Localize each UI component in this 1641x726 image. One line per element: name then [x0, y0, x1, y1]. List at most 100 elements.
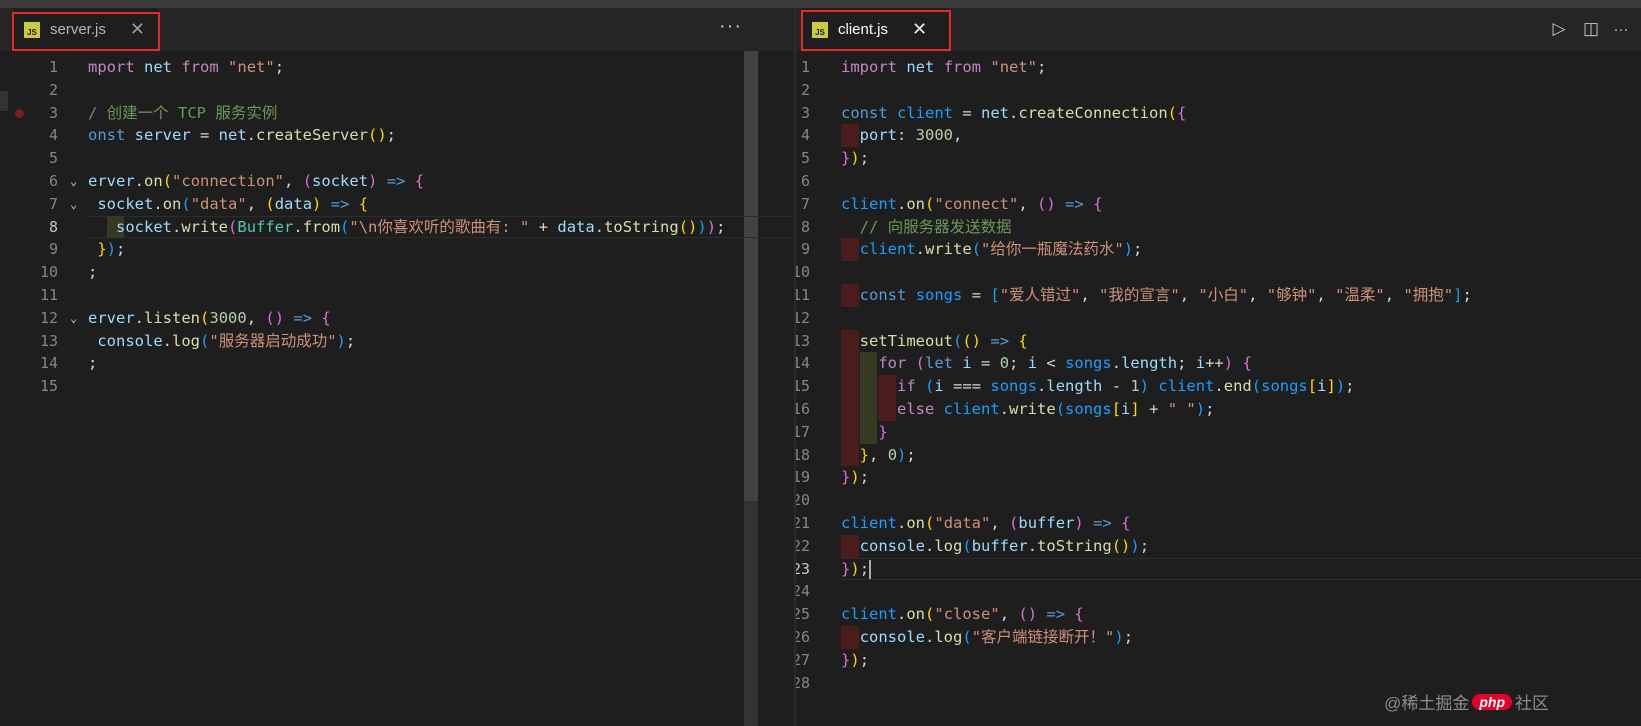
code-line: 17 } — [796, 421, 1641, 445]
code-text: client.on("close", () => { — [841, 605, 1084, 624]
line-number: 10 — [796, 263, 810, 282]
split-editor-icon[interactable]: ◫ — [1580, 18, 1602, 40]
code-text: client.on("connect", () => { — [841, 194, 1103, 213]
code-text: ; — [88, 354, 98, 373]
line-number: 1 — [48, 58, 58, 76]
code-text: // 向服务器发送数据 — [859, 217, 1012, 236]
code-text: }); — [841, 468, 870, 487]
code-line: 6 ⌄ erver.on("connection", (socket) => { — [0, 170, 796, 194]
code-line: 10; — [0, 261, 796, 285]
code-line: 9 client.write("给你一瓶魔法药水"); — [796, 238, 1641, 262]
code-line: 12 ⌄ erver.listen(3000, () => { — [0, 307, 796, 331]
code-line: 24 — [796, 580, 1641, 604]
js-file-icon: JS — [24, 21, 40, 38]
close-icon[interactable]: ✕ — [130, 19, 145, 40]
line-number: 2 — [48, 80, 58, 99]
code-line: 10 — [796, 261, 1641, 285]
code-editor-client[interactable]: 1 import net from "net"; 2 3 const client = … — [796, 51, 1641, 726]
line-number: 15 — [796, 377, 810, 396]
php-badge: php — [1472, 693, 1512, 710]
line-number: 18 — [796, 445, 810, 464]
code-line: 14; — [0, 352, 796, 376]
code-text: }); — [841, 650, 870, 669]
code-text: console.log("客户端链接断开！"); — [859, 628, 1134, 646]
tab-server-js[interactable]: JS server.js ✕ — [14, 8, 158, 51]
code-text: ; — [88, 263, 98, 282]
tab-bar-left: JS server.js ✕ ··· — [0, 8, 796, 51]
code-line: 11 const songs = ["爱人错过", "我的宣言", "小白", … — [796, 284, 1641, 308]
code-text: }); — [97, 240, 126, 259]
code-text: }); — [841, 149, 870, 168]
text-cursor — [869, 559, 872, 579]
more-actions-icon[interactable]: ··· — [1610, 18, 1632, 40]
code-text: client.on("data", (buffer) => { — [841, 514, 1131, 532]
tab-client-js[interactable]: JS client.js ✕ — [802, 8, 948, 51]
line-number: 13 — [39, 331, 58, 350]
more-actions-icon[interactable]: ··· — [719, 15, 742, 38]
code-text: for (let i = 0; i < songs.length; i++) { — [878, 354, 1252, 373]
line-number: 10 — [39, 263, 58, 282]
line-number: 8 — [800, 217, 810, 236]
code-line: 7 client.on("connect", () => { — [796, 193, 1641, 217]
code-text: port: 3000, — [859, 126, 963, 145]
code-line: 15 if (i === songs.length - 1) client.en… — [796, 375, 1641, 399]
line-number: 11 — [796, 286, 810, 304]
code-line: 22 console.log(buffer.toString()); — [796, 535, 1641, 559]
code-text: }, 0); — [859, 445, 916, 464]
code-line: 27}); — [796, 649, 1641, 673]
watermark-suffix: 社区 — [1515, 694, 1549, 713]
code-line: 9 }); — [0, 238, 796, 262]
line-number: 25 — [796, 605, 810, 624]
line-number: 9 — [800, 240, 810, 259]
line-number: 23 — [796, 559, 810, 578]
code-line: 4 port: 3000, — [796, 124, 1641, 148]
code-text: socket.write(Buffer.from("\n你喜欢听的歌曲有: " … — [116, 217, 726, 236]
fold-chevron-icon[interactable]: ⌄ — [70, 307, 77, 331]
code-text: onst server = net.createServer(); — [88, 126, 397, 145]
line-number: 17 — [796, 422, 810, 441]
code-text: console.log("服务器启动成功"); — [97, 331, 356, 350]
window-top-bar — [0, 0, 1641, 8]
run-icon[interactable]: ▷ — [1548, 18, 1570, 40]
code-text: console.log(buffer.toString()); — [859, 536, 1150, 555]
line-number: 22 — [796, 536, 810, 555]
code-line: 1 mport net from "net"; — [0, 56, 796, 80]
code-line: 6 — [796, 170, 1641, 194]
line-number: 5 — [48, 149, 58, 168]
line-number: 8 — [48, 217, 58, 236]
line-number: 7 — [48, 194, 58, 213]
line-number: 3 — [800, 103, 810, 122]
code-editor-server[interactable]: 1 mport net from "net"; 2 3 / 创建一个 TCP 服务实例 4… — [0, 51, 796, 726]
line-number: 14 — [796, 354, 810, 373]
fold-chevron-icon[interactable]: ⌄ — [70, 193, 77, 217]
code-line: 13 console.log("服务器启动成功"); — [0, 330, 796, 354]
code-line: 2 — [0, 79, 796, 103]
line-number: 15 — [39, 377, 58, 396]
js-file-icon: JS — [812, 21, 828, 38]
line-number: 27 — [796, 650, 810, 669]
code-text: setTimeout(() => { — [859, 331, 1028, 350]
code-text: erver.on("connection", (socket) => { — [88, 172, 425, 190]
line-number: 1 — [800, 58, 810, 76]
fold-chevron-icon[interactable]: ⌄ — [70, 170, 77, 194]
tab-bar-right: JS client.js ✕ ▷ ◫ ··· — [796, 8, 1641, 51]
code-line: 4 onst server = net.createServer(); — [0, 124, 796, 148]
code-line: 3 const client = net.createConnection({ — [796, 102, 1641, 126]
line-number: 19 — [796, 468, 810, 487]
line-number: 28 — [796, 673, 810, 692]
code-text: } — [878, 422, 888, 441]
code-text: const songs = ["爱人错过", "我的宣言", "小白", "够钟… — [859, 286, 1472, 304]
line-number: 7 — [800, 194, 810, 213]
line-number: 3 — [48, 103, 58, 122]
tab-label: client.js — [838, 21, 889, 38]
code-text: }); — [841, 559, 872, 579]
code-line: 13 setTimeout(() => { — [796, 330, 1641, 354]
line-number: 14 — [39, 354, 58, 373]
line-number: 16 — [796, 400, 810, 418]
watermark-prefix: @稀土掘金 — [1384, 694, 1470, 713]
code-line: 8 socket.write(Buffer.from("\n你喜欢听的歌曲有: … — [0, 216, 796, 240]
code-line: 21 client.on("data", (buffer) => { — [796, 512, 1641, 536]
close-icon[interactable]: ✕ — [912, 19, 927, 40]
code-text: import net from "net"; — [841, 58, 1047, 76]
code-line: 14 for (let i = 0; i < songs.length; i++… — [796, 352, 1641, 376]
